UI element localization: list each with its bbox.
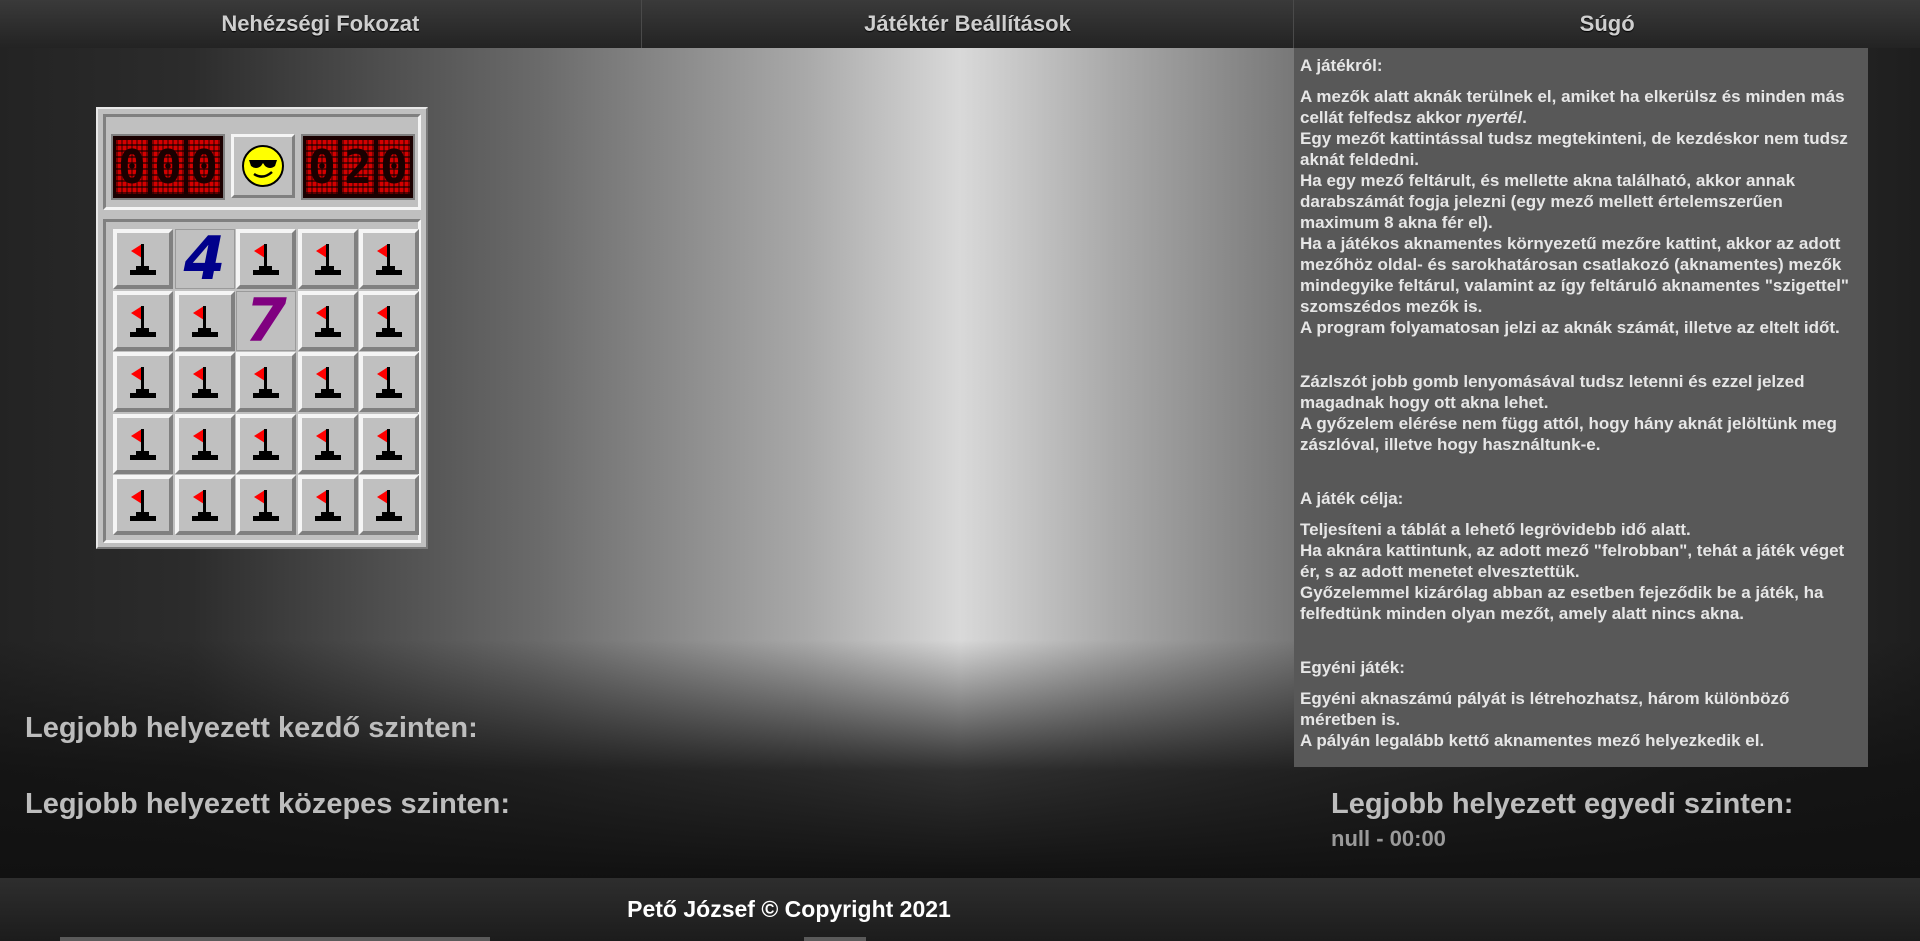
board-cell-flagged[interactable] (174, 475, 235, 535)
board-cell-flagged[interactable] (113, 413, 173, 474)
timer-digit: 2 (344, 140, 372, 194)
flag-icon (314, 244, 341, 275)
footer-divider (804, 937, 866, 941)
flag-icon (130, 428, 156, 460)
flag-icon (376, 367, 402, 398)
board-cell-flagged[interactable] (174, 290, 235, 351)
board-cell-flagged[interactable] (113, 475, 173, 535)
board-cell-flagged[interactable] (236, 475, 296, 535)
cell-number: 7 (245, 285, 287, 356)
flag-icon (191, 428, 218, 460)
footer: Pető József © Copyright 2021 (0, 878, 1920, 941)
flag-icon (314, 490, 341, 521)
help-flag-text: Zázlszót jobb gomb lenyomásával tudsz le… (1300, 372, 1837, 454)
board-cell-flagged[interactable] (359, 413, 419, 474)
flag-icon (130, 244, 156, 275)
flag-icon (130, 490, 156, 521)
flag-icon (314, 428, 341, 460)
help-panel: A játékról: A mezők alatt aknák terülnek… (1294, 48, 1868, 767)
reset-smiley-button[interactable] (231, 134, 295, 198)
board-cell-flagged[interactable] (359, 475, 419, 535)
board-cell-flagged[interactable] (359, 290, 419, 351)
cool-smiley-icon (242, 145, 284, 187)
cell-number: 4 (183, 224, 226, 294)
top-navigation: Nehézségi Fokozat Játéktér Beállítások S… (0, 0, 1920, 48)
board-cell-flagged[interactable] (297, 475, 358, 535)
flag-icon (376, 428, 402, 460)
board-cell-flagged[interactable] (359, 229, 419, 289)
flag-icon (130, 305, 156, 337)
mine-counter-digit: 0 (154, 140, 182, 194)
flag-icon (191, 367, 218, 398)
board-cell-flagged[interactable] (297, 352, 358, 412)
mine-counter: 0 0 0 (111, 134, 225, 200)
board-cell-revealed[interactable]: 7 (236, 285, 296, 356)
board-cell-flagged[interactable] (359, 352, 419, 412)
timer-digit: 0 (308, 140, 336, 194)
board-cell-flagged[interactable] (174, 413, 235, 474)
timer-digit: 0 (380, 140, 408, 194)
help-custom-title: Egyéni játék: (1300, 658, 1405, 677)
board-cell-flagged[interactable] (113, 229, 173, 289)
nav-difficulty[interactable]: Nehézségi Fokozat (0, 0, 642, 48)
best-intermediate-label: Legjobb helyezett közepes szinten: (25, 788, 511, 820)
best-custom-label: Legjobb helyezett egyedi szinten: (1331, 788, 1794, 820)
flag-icon (253, 244, 279, 275)
flag-icon (314, 305, 341, 337)
best-custom-value: null - 00:00 (1331, 826, 1446, 851)
flag-icon (253, 428, 279, 460)
board-cell-flagged[interactable] (297, 413, 358, 474)
help-about-text: A mezők alatt aknák terülnek el, amiket … (1300, 87, 1849, 337)
footer-divider (60, 937, 490, 941)
board-cell-flagged[interactable] (113, 290, 173, 351)
board-cell-flagged[interactable] (236, 229, 296, 289)
help-custom-text: Egyéni aknaszámú pályát is létrehozhatsz… (1300, 689, 1790, 750)
flag-icon (376, 305, 402, 337)
help-goal-title: A játék célja: (1300, 489, 1404, 508)
mine-board: 47 (103, 219, 421, 543)
flag-icon (191, 305, 218, 337)
flag-icon (253, 490, 279, 521)
flag-icon (376, 244, 402, 275)
flag-icon (130, 367, 156, 398)
minesweeper-game: 0 0 0 0 2 0 47 (96, 107, 428, 549)
board-cell-flagged[interactable] (236, 352, 296, 412)
board-cell-flagged[interactable] (174, 352, 235, 412)
board-cell-flagged[interactable] (113, 352, 173, 412)
board-cell-flagged[interactable] (236, 413, 296, 474)
nav-board-settings[interactable]: Játéktér Beállítások (642, 0, 1295, 48)
board-cell-revealed[interactable]: 4 (174, 224, 235, 294)
help-goal-text: Teljesíteni a táblát a lehető legrövideb… (1300, 520, 1845, 623)
board-cell-flagged[interactable] (297, 229, 358, 289)
mine-counter-digit: 0 (118, 140, 146, 194)
flag-icon (253, 367, 279, 398)
nav-help[interactable]: Súgó (1294, 0, 1920, 48)
game-status-bar: 0 0 0 0 2 0 (103, 114, 421, 210)
timer-display: 0 2 0 (301, 134, 415, 200)
flag-icon (376, 490, 402, 521)
flag-icon (314, 367, 341, 398)
best-beginner-label: Legjobb helyezett kezdő szinten: (25, 712, 478, 744)
flag-icon (191, 490, 218, 521)
mine-counter-digit: 0 (190, 140, 218, 194)
footer-copyright: Pető József © Copyright 2021 (627, 896, 951, 922)
help-about-title: A játékról: (1300, 56, 1383, 75)
board-cell-flagged[interactable] (297, 290, 358, 351)
